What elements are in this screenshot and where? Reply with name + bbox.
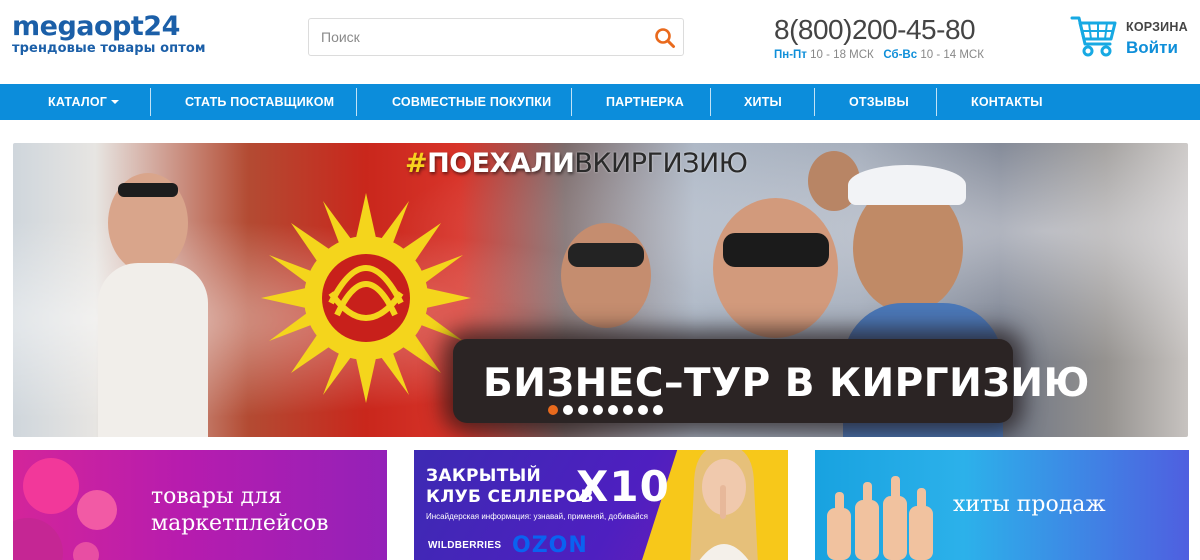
slider-dot[interactable] bbox=[563, 405, 573, 415]
weekday-label: Пн-Пт bbox=[774, 49, 807, 61]
nav-divider bbox=[936, 88, 937, 116]
sunglasses-icon bbox=[118, 183, 178, 197]
chevron-down-icon bbox=[111, 99, 120, 104]
slider-dot[interactable] bbox=[593, 405, 603, 415]
cart-widget[interactable]: КОРЗИНА Войти bbox=[1070, 14, 1194, 62]
nav-item-contacts[interactable]: КОНТАКТЫ bbox=[971, 84, 1043, 120]
logo-tagline: трендовые товары оптом bbox=[12, 41, 206, 56]
login-link[interactable]: Войти bbox=[1126, 38, 1178, 58]
nav-item-become-supplier[interactable]: СТАТЬ ПОСТАВЩИКОМ bbox=[185, 84, 334, 120]
hero-title: БИЗНЕС–ТУР В КИРГИЗИЮ bbox=[483, 361, 1090, 406]
site-logo[interactable]: megaopt24 трендовые товары оптом bbox=[12, 12, 206, 57]
working-hours: Пн-Пт 10 - 18 МСК Сб-Вс 10 - 14 МСК bbox=[774, 49, 984, 61]
weekday-hours: 10 - 18 МСК bbox=[810, 49, 874, 61]
tile-marketplace-line1: товары для bbox=[151, 484, 282, 509]
weekend-hours: 10 - 14 МСК bbox=[920, 49, 984, 61]
tile2-title-line2: КЛУБ СЕЛЛЕРОВ bbox=[426, 487, 594, 507]
tile-marketplace-goods[interactable]: товары для маркетплейсов bbox=[13, 450, 387, 560]
hashtag-bold: ПОЕХАЛИ bbox=[427, 148, 575, 179]
slider-dot[interactable] bbox=[578, 405, 588, 415]
nav-item-affiliate[interactable]: ПАРТНЕРКА bbox=[606, 84, 684, 120]
logo-wordmark: megaopt24 bbox=[12, 12, 206, 42]
cart-icon[interactable] bbox=[1070, 14, 1118, 58]
weekend-label: Сб-Вс bbox=[883, 49, 918, 61]
slider-dot[interactable] bbox=[623, 405, 633, 415]
tile-sellers-club[interactable]: ЗАКРЫТЫЙ КЛУБ СЕЛЛЕРОВ X10 Инсайдерская … bbox=[414, 450, 788, 560]
thumbs-up-icon bbox=[827, 476, 933, 560]
decor-circle bbox=[73, 542, 99, 560]
nav-item-catalog[interactable]: КАТАЛОГ bbox=[48, 84, 120, 120]
nav-item-hits[interactable]: ХИТЫ bbox=[744, 84, 782, 120]
slider-dot[interactable] bbox=[548, 405, 558, 415]
hero-person-1 bbox=[561, 223, 651, 328]
phone-number[interactable]: 8(800)200-45-80 bbox=[774, 14, 984, 46]
nav-divider bbox=[571, 88, 572, 116]
search-icon[interactable] bbox=[653, 26, 677, 50]
nav-divider bbox=[356, 88, 357, 116]
tile2-woman-image bbox=[690, 450, 758, 560]
nav-item-group-purchases[interactable]: СОВМЕСТНЫЕ ПОКУПКИ bbox=[392, 84, 551, 120]
search-input[interactable] bbox=[309, 19, 639, 55]
hashtag-thin: ВКИРГИЗИЮ bbox=[574, 148, 748, 179]
hashtag-symbol: # bbox=[405, 148, 428, 179]
slider-dot[interactable] bbox=[608, 405, 618, 415]
ozon-logo: OZON bbox=[512, 533, 588, 558]
decor-circle bbox=[77, 490, 117, 530]
tile-bestsellers[interactable]: хиты продаж bbox=[815, 450, 1189, 560]
hero-slider[interactable]: #ПОЕХАЛИВКИРГИЗИЮ БИЗНЕС–ТУР В КИРГИЗИЮ bbox=[13, 143, 1188, 437]
tile-bestsellers-label: хиты продаж bbox=[953, 492, 1106, 517]
decor-circle bbox=[23, 458, 79, 514]
site-header: megaopt24 трендовые товары оптом 8(800)2… bbox=[0, 0, 1200, 84]
wildberries-logo: WILDBERRIES bbox=[428, 540, 502, 551]
slider-dot[interactable] bbox=[653, 405, 663, 415]
nav-divider bbox=[150, 88, 151, 116]
hero-person-left-body bbox=[98, 263, 208, 437]
tile2-title-line1: ЗАКРЫТЫЙ bbox=[426, 466, 542, 486]
nav-divider bbox=[814, 88, 815, 116]
logo-mega-text: mega bbox=[12, 11, 95, 42]
tile2-subtitle: Инсайдерская информация: узнавай, примен… bbox=[426, 512, 648, 521]
nav-divider bbox=[710, 88, 711, 116]
logo-opt-text: opt24 bbox=[94, 11, 180, 42]
tile-marketplace-line2: маркетплейсов bbox=[151, 511, 329, 536]
sunglasses-icon bbox=[723, 233, 829, 267]
tile2-title: ЗАКРЫТЫЙ КЛУБ СЕЛЛЕРОВ bbox=[426, 466, 594, 508]
contact-block: 8(800)200-45-80 Пн-Пт 10 - 18 МСК Сб-Вс … bbox=[774, 14, 984, 61]
search-box bbox=[308, 18, 684, 56]
slider-dot[interactable] bbox=[638, 405, 648, 415]
main-nav: КАТАЛОГ СТАТЬ ПОСТАВЩИКОМ СОВМЕСТНЫЕ ПОК… bbox=[0, 84, 1200, 120]
kyrgyz-flag-sun-icon bbox=[261, 193, 471, 403]
sunglasses-icon bbox=[568, 243, 644, 267]
nav-item-reviews[interactable]: ОТЗЫВЫ bbox=[849, 84, 909, 120]
decor-circle bbox=[13, 518, 63, 560]
tile2-badge: X10 bbox=[576, 462, 670, 511]
cart-label: КОРЗИНА bbox=[1126, 20, 1188, 34]
cap-icon bbox=[848, 165, 966, 205]
hero-person-2 bbox=[713, 198, 838, 338]
hero-hashtag: #ПОЕХАЛИВКИРГИЗИЮ bbox=[405, 148, 748, 179]
nav-label: КАТАЛОГ bbox=[48, 95, 108, 109]
